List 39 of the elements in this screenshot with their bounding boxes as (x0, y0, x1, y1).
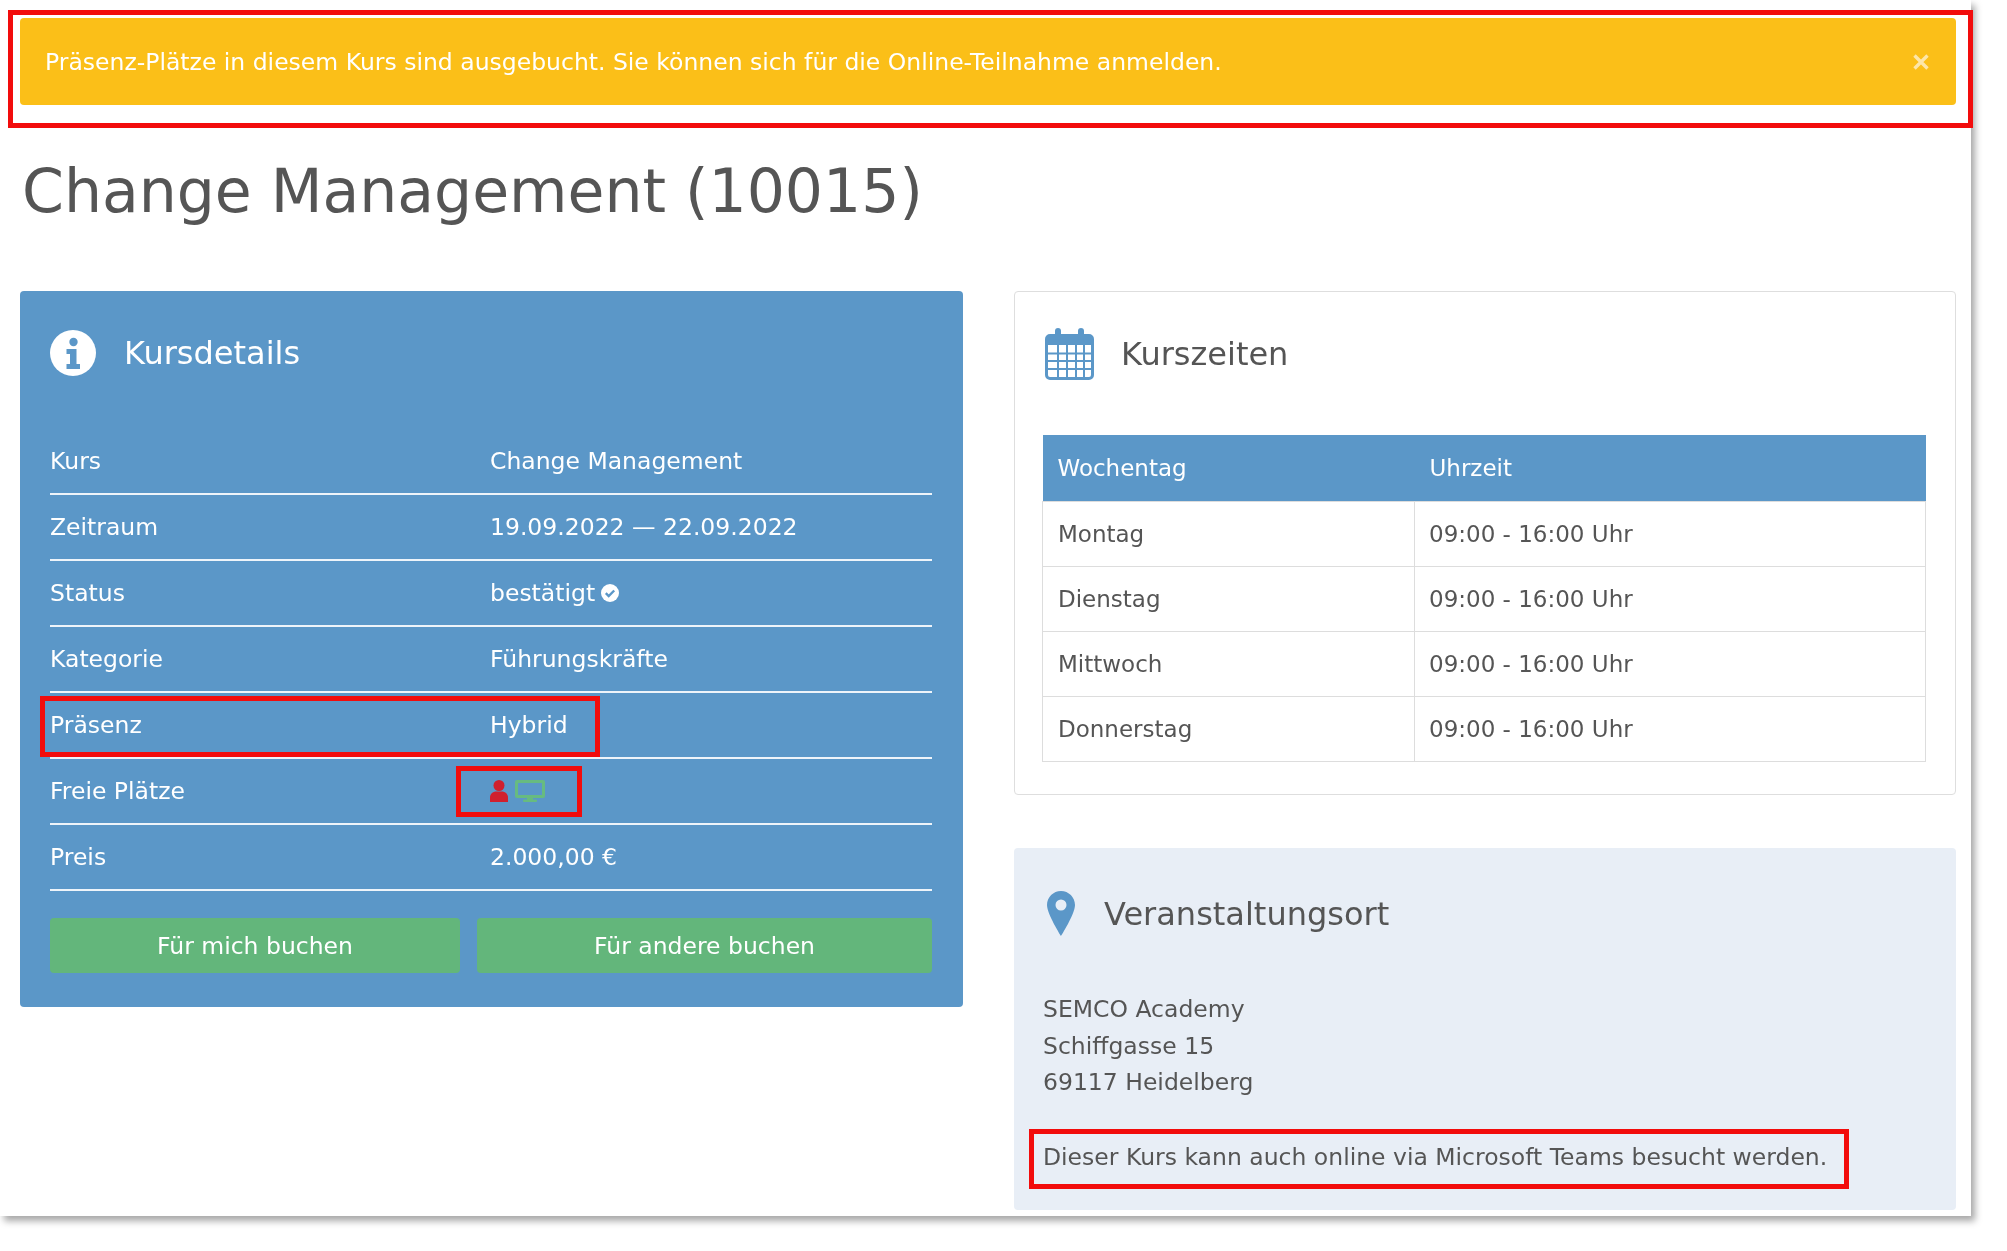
table-cell: 09:00 - 16:00 Uhr (1414, 696, 1926, 762)
detail-value: Hybrid (490, 710, 568, 740)
table-cell: Donnerstag (1042, 696, 1415, 762)
column-header: Uhrzeit (1414, 435, 1926, 502)
book-button[interactable]: Für mich buchen (50, 918, 460, 973)
calendar-icon (1045, 328, 1094, 380)
detail-label: Preis (50, 842, 108, 872)
book-button[interactable]: Für andere buchen (477, 918, 932, 973)
note-text: Dieser Kurs kann auch online via Microsoft Teams besucht werden. (1043, 1142, 1828, 1171)
alert-message: Präsenz-Plätze in diesem Kurs sind ausgebucht. Sie können sich für die Online-Teilnahme anmelden. (45, 47, 1222, 76)
detail-value: 2.000,00 € (490, 842, 618, 872)
detail-label: Zeitraum (50, 512, 160, 542)
map-pin-icon (1047, 891, 1075, 936)
detail-label: Präsenz (50, 710, 143, 740)
detail-label: Kurs (50, 446, 103, 476)
address-line: Schiffgasse 15 (1043, 1030, 1216, 1062)
address-line: 69117 Heidelberg (1043, 1067, 1255, 1098)
table-cell: Dienstag (1042, 566, 1415, 632)
detail-value: bestätigt (490, 578, 596, 608)
close-icon (1913, 53, 1929, 70)
detail-label: Status (50, 578, 126, 608)
card-heading: Kursdetails (124, 333, 301, 373)
card-heading: Kurszeiten (1121, 334, 1289, 374)
detail-label: Freie Plätze (50, 776, 186, 806)
table-cell: 09:00 - 16:00 Uhr (1414, 631, 1926, 697)
detail-value: Führungskräfte (490, 644, 668, 674)
table-cell: Mittwoch (1042, 631, 1415, 697)
address-line: SEMCO Academy (1043, 994, 1246, 1025)
detail-value: Change Management (490, 446, 743, 476)
table-cell: 09:00 - 16:00 Uhr (1414, 566, 1926, 632)
detail-label: Kategorie (50, 644, 164, 674)
card-heading: Veranstaltungsort (1104, 893, 1390, 934)
info-icon (50, 330, 96, 376)
page-title: Change Management (10015) (22, 155, 924, 227)
column-header: Wochentag (1042, 435, 1415, 502)
table-cell: Montag (1042, 501, 1415, 567)
close-button[interactable] (1913, 53, 1929, 70)
detail-value: 19.09.2022 — 22.09.2022 (490, 512, 798, 542)
table-cell: 09:00 - 16:00 Uhr (1414, 501, 1926, 567)
